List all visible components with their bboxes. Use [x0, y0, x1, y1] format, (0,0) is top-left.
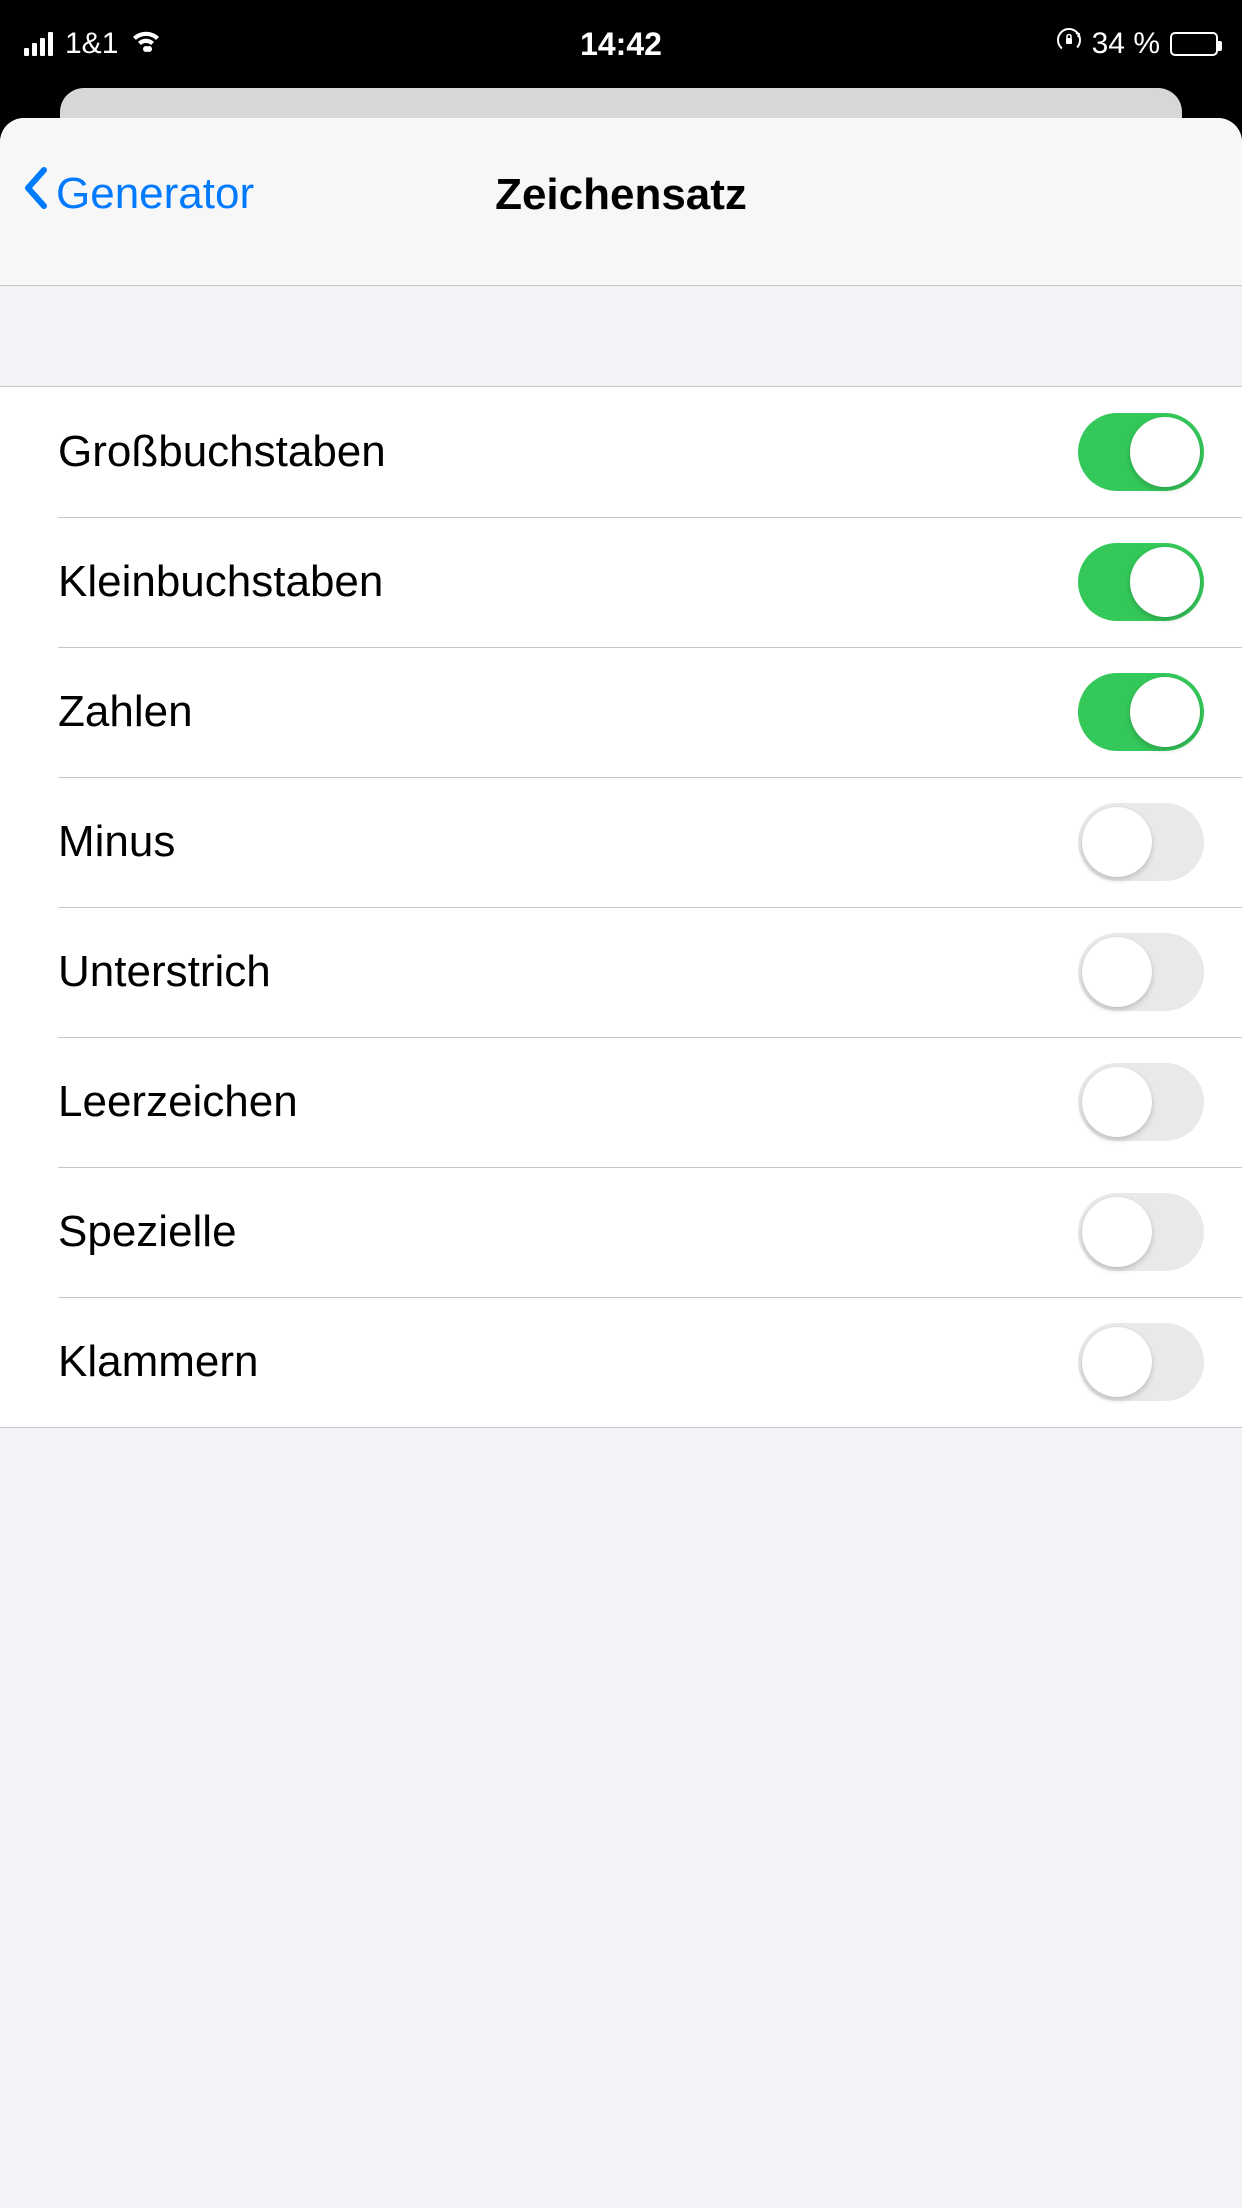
- row-label: Minus: [58, 817, 175, 867]
- row-minus: Minus: [0, 777, 1242, 907]
- page-title: Zeichensatz: [0, 170, 1242, 220]
- row-label: Unterstrich: [58, 947, 271, 997]
- cellular-signal-icon: [24, 32, 53, 56]
- character-set-list: Großbuchstaben Kleinbuchstaben Zahlen Mi…: [0, 386, 1242, 1428]
- orientation-lock-icon: [1056, 27, 1082, 61]
- row-space: Leerzeichen: [0, 1037, 1242, 1167]
- toggle-minus[interactable]: [1078, 803, 1204, 881]
- carrier-label: 1&1: [65, 27, 118, 61]
- row-digits: Zahlen: [0, 647, 1242, 777]
- row-label: Spezielle: [58, 1207, 237, 1257]
- status-right: 34 %: [1056, 27, 1218, 61]
- row-label: Leerzeichen: [58, 1077, 298, 1127]
- row-brackets: Klammern: [0, 1297, 1242, 1427]
- wifi-icon: [130, 27, 162, 61]
- row-label: Kleinbuchstaben: [58, 557, 383, 607]
- toggle-uppercase[interactable]: [1078, 413, 1204, 491]
- battery-percent-label: 34 %: [1092, 27, 1160, 61]
- toggle-underscore[interactable]: [1078, 933, 1204, 1011]
- row-label: Zahlen: [58, 687, 193, 737]
- toggle-digits[interactable]: [1078, 673, 1204, 751]
- toggle-space[interactable]: [1078, 1063, 1204, 1141]
- row-lowercase: Kleinbuchstaben: [0, 517, 1242, 647]
- status-bar: 1&1 14:42 34 %: [0, 0, 1242, 88]
- row-special: Spezielle: [0, 1167, 1242, 1297]
- row-underscore: Unterstrich: [0, 907, 1242, 1037]
- row-label: Klammern: [58, 1337, 259, 1387]
- toggle-lowercase[interactable]: [1078, 543, 1204, 621]
- toggle-brackets[interactable]: [1078, 1323, 1204, 1401]
- row-label: Großbuchstaben: [58, 427, 386, 477]
- toggle-special[interactable]: [1078, 1193, 1204, 1271]
- navigation-bar: Generator Zeichensatz: [0, 118, 1242, 286]
- section-spacer: [0, 286, 1242, 386]
- battery-icon: [1170, 32, 1218, 56]
- status-left: 1&1: [24, 27, 162, 61]
- settings-sheet: Generator Zeichensatz Großbuchstaben Kle…: [0, 118, 1242, 2208]
- row-uppercase: Großbuchstaben: [0, 387, 1242, 517]
